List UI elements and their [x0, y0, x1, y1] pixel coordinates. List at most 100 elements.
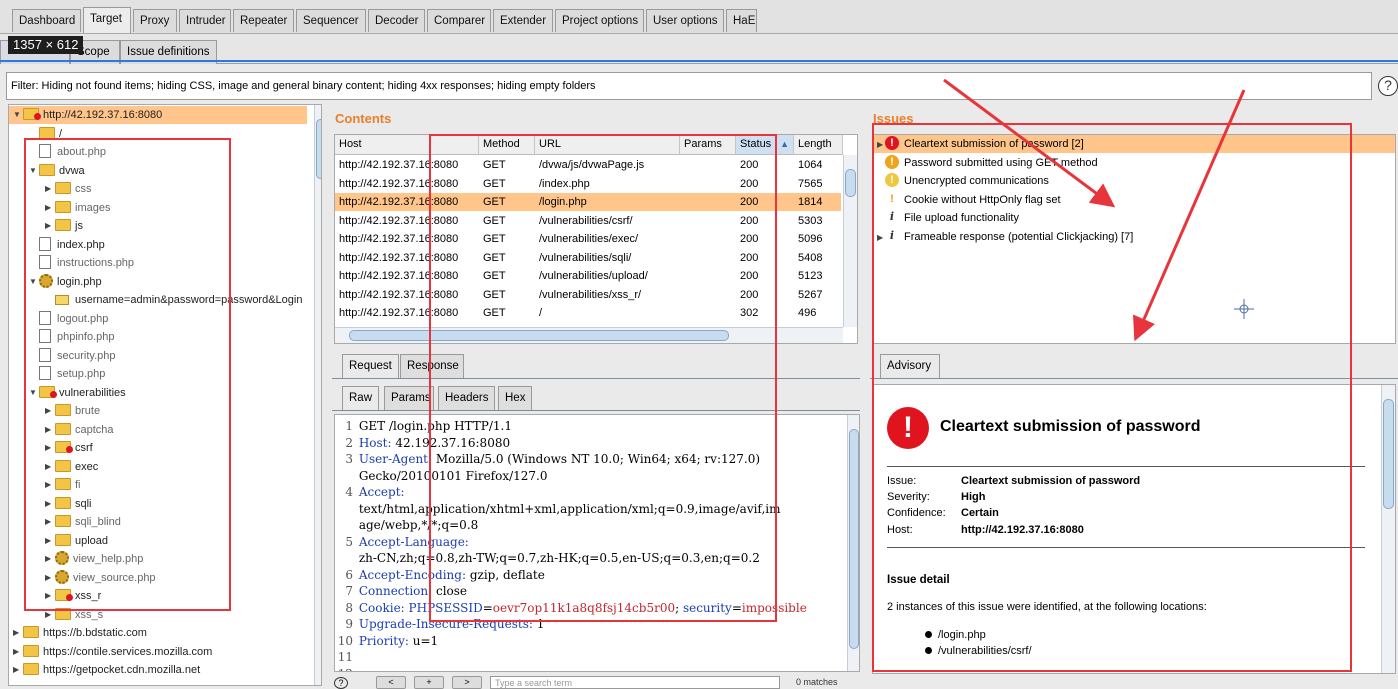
- table-cell-status[interactable]: 302: [736, 304, 794, 322]
- column-header-host[interactable]: Host: [335, 135, 479, 155]
- table-cell-status[interactable]: 200: [736, 286, 794, 304]
- table-cell-url[interactable]: /index.php: [535, 175, 680, 193]
- tree-item[interactable]: index.php: [9, 236, 105, 254]
- table-cell-params[interactable]: [680, 175, 736, 193]
- issue-item[interactable]: ! Password submitted using GET method: [873, 154, 1395, 172]
- table-cell-host[interactable]: http://42.192.37.16:8080: [335, 175, 479, 193]
- contents-hscroll[interactable]: [335, 327, 843, 343]
- expand-arrow-icon[interactable]: ▶: [45, 458, 55, 476]
- table-cell-params[interactable]: [680, 193, 736, 211]
- table-cell-url[interactable]: /vulnerabilities/upload/: [535, 267, 680, 285]
- table-cell-method[interactable]: GET: [479, 304, 535, 322]
- expand-arrow-icon[interactable]: ▶: [45, 495, 55, 513]
- table-cell-host[interactable]: http://42.192.37.16:8080: [335, 156, 479, 174]
- raw-request-editor[interactable]: 12 11 10 Priority: u=19 Upgrade-Insecure…: [334, 414, 860, 672]
- tree-item[interactable]: phpinfo.php: [9, 328, 115, 346]
- table-cell-status[interactable]: 200: [736, 249, 794, 267]
- expand-arrow-icon[interactable]: ▶: [45, 476, 55, 494]
- collapse-arrow-icon[interactable]: ▼: [13, 106, 23, 124]
- table-cell-length[interactable]: 5267: [794, 286, 843, 304]
- tree-item[interactable]: ▼ login.php: [9, 273, 102, 291]
- search-add-button[interactable]: +: [414, 676, 444, 689]
- table-cell-params[interactable]: [680, 212, 736, 230]
- tree-host-item[interactable]: ▶ https://b.bdstatic.com: [9, 624, 147, 642]
- table-cell-status[interactable]: 200: [736, 230, 794, 248]
- table-cell-params[interactable]: [680, 249, 736, 267]
- search-prev-button[interactable]: <: [376, 676, 406, 689]
- table-cell-params[interactable]: [680, 267, 736, 285]
- table-cell-url[interactable]: /vulnerabilities/xss_r/: [535, 286, 680, 304]
- tree-item[interactable]: username=admin&password=password&Login: [9, 291, 302, 309]
- request-line[interactable]: Gecko/20100101 Firefox/127.0: [335, 468, 548, 485]
- table-cell-params[interactable]: [680, 156, 736, 174]
- request-line[interactable]: 7 Connection: close: [335, 583, 467, 600]
- expand-arrow-icon[interactable]: ▶: [873, 136, 885, 154]
- request-line[interactable]: 3 User-Agent: Mozilla/5.0 (Windows NT 10…: [335, 451, 760, 468]
- table-cell-length[interactable]: 5408: [794, 249, 843, 267]
- table-cell-status[interactable]: 200: [736, 156, 794, 174]
- tree-item[interactable]: ▶ csrf: [9, 439, 93, 457]
- search-next-button[interactable]: >: [452, 676, 482, 689]
- request-line[interactable]: 5 Accept-Language:: [335, 534, 468, 551]
- request-line[interactable]: age/webp,*/*;q=0.8: [335, 517, 478, 534]
- tab-response[interactable]: Response: [400, 354, 464, 378]
- tree-item[interactable]: ▶ exec: [9, 458, 98, 476]
- column-header-params[interactable]: Params: [680, 135, 736, 155]
- tree-item[interactable]: ▶ brute: [9, 402, 100, 420]
- table-cell-params[interactable]: [680, 304, 736, 322]
- tree-item[interactable]: ▶ upload: [9, 532, 108, 550]
- column-header-length[interactable]: Length: [794, 135, 843, 155]
- tree-item[interactable]: ▼ vulnerabilities: [9, 384, 126, 402]
- tree-item[interactable]: ▶ xss_s: [9, 606, 103, 624]
- tree-item[interactable]: about.php: [9, 143, 106, 161]
- table-cell-method[interactable]: GET: [479, 193, 535, 211]
- table-cell-url[interactable]: /vulnerabilities/exec/: [535, 230, 680, 248]
- sort-ascending-icon[interactable]: ▲: [780, 135, 789, 154]
- table-cell-method[interactable]: GET: [479, 249, 535, 267]
- tab-project-options[interactable]: Project options: [555, 9, 644, 32]
- request-line[interactable]: 10 Priority: u=1: [335, 633, 438, 650]
- expand-arrow-icon[interactable]: ▶: [45, 569, 55, 587]
- issue-item[interactable]: ! Unencrypted communications: [873, 172, 1395, 190]
- tree-item[interactable]: logout.php: [9, 310, 108, 328]
- tree-item[interactable]: ▶ view_source.php: [9, 569, 156, 587]
- table-cell-url[interactable]: /: [535, 304, 680, 322]
- tab-headers[interactable]: Headers: [438, 386, 495, 410]
- tree-scrollbar-thumb[interactable]: [316, 119, 321, 179]
- expand-arrow-icon[interactable]: ▶: [45, 217, 55, 235]
- tab-user-options[interactable]: User options: [646, 9, 724, 32]
- table-cell-status[interactable]: 200: [736, 193, 794, 211]
- help-icon[interactable]: ?: [1378, 76, 1398, 96]
- table-cell-params[interactable]: [680, 230, 736, 248]
- request-line[interactable]: zh-CN,zh;q=0.8,zh-TW;q=0.7,zh-HK;q=0.5,e…: [335, 550, 760, 567]
- table-cell-host[interactable]: http://42.192.37.16:8080: [335, 286, 479, 304]
- tree-item[interactable]: ▶ js: [9, 217, 83, 235]
- request-line[interactable]: 6 Accept-Encoding: gzip, deflate: [335, 567, 545, 584]
- tab-dashboard[interactable]: Dashboard: [12, 9, 81, 32]
- expand-arrow-icon[interactable]: ▶: [45, 550, 55, 568]
- tab-params[interactable]: Params: [384, 386, 434, 410]
- request-line[interactable]: 12: [335, 666, 355, 672]
- tab-sequencer[interactable]: Sequencer: [296, 9, 366, 32]
- table-cell-url[interactable]: /vulnerabilities/csrf/: [535, 212, 680, 230]
- contents-hscroll-thumb[interactable]: [349, 330, 729, 341]
- expand-arrow-icon[interactable]: ▶: [45, 180, 55, 198]
- collapse-arrow-icon[interactable]: ▼: [29, 273, 39, 291]
- tree-item[interactable]: setup.php: [9, 365, 105, 383]
- request-line[interactable]: text/html,application/xhtml+xml,applicat…: [335, 501, 781, 518]
- tree-item[interactable]: security.php: [9, 347, 116, 365]
- request-line[interactable]: 4 Accept:: [335, 484, 404, 501]
- collapse-arrow-icon[interactable]: ▼: [29, 162, 39, 180]
- table-cell-method[interactable]: GET: [479, 156, 535, 174]
- table-cell-method[interactable]: GET: [479, 286, 535, 304]
- tab-raw[interactable]: Raw: [342, 386, 379, 410]
- expand-arrow-icon[interactable]: ▶: [45, 439, 55, 457]
- column-header-method[interactable]: Method: [479, 135, 535, 155]
- table-cell-url[interactable]: /dvwa/js/dvwaPage.js: [535, 156, 680, 174]
- request-line[interactable]: 9 Upgrade-Insecure-Requests: 1: [335, 616, 544, 633]
- expand-arrow-icon[interactable]: ▶: [873, 229, 885, 247]
- request-line[interactable]: 8 Cookie: PHPSESSID=oevr7op11k1a8q8fsj14…: [335, 600, 806, 617]
- tree-item[interactable]: ▶ xss_r: [9, 587, 101, 605]
- request-line[interactable]: 11: [335, 649, 355, 666]
- tree-item[interactable]: ▶ captcha: [9, 421, 114, 439]
